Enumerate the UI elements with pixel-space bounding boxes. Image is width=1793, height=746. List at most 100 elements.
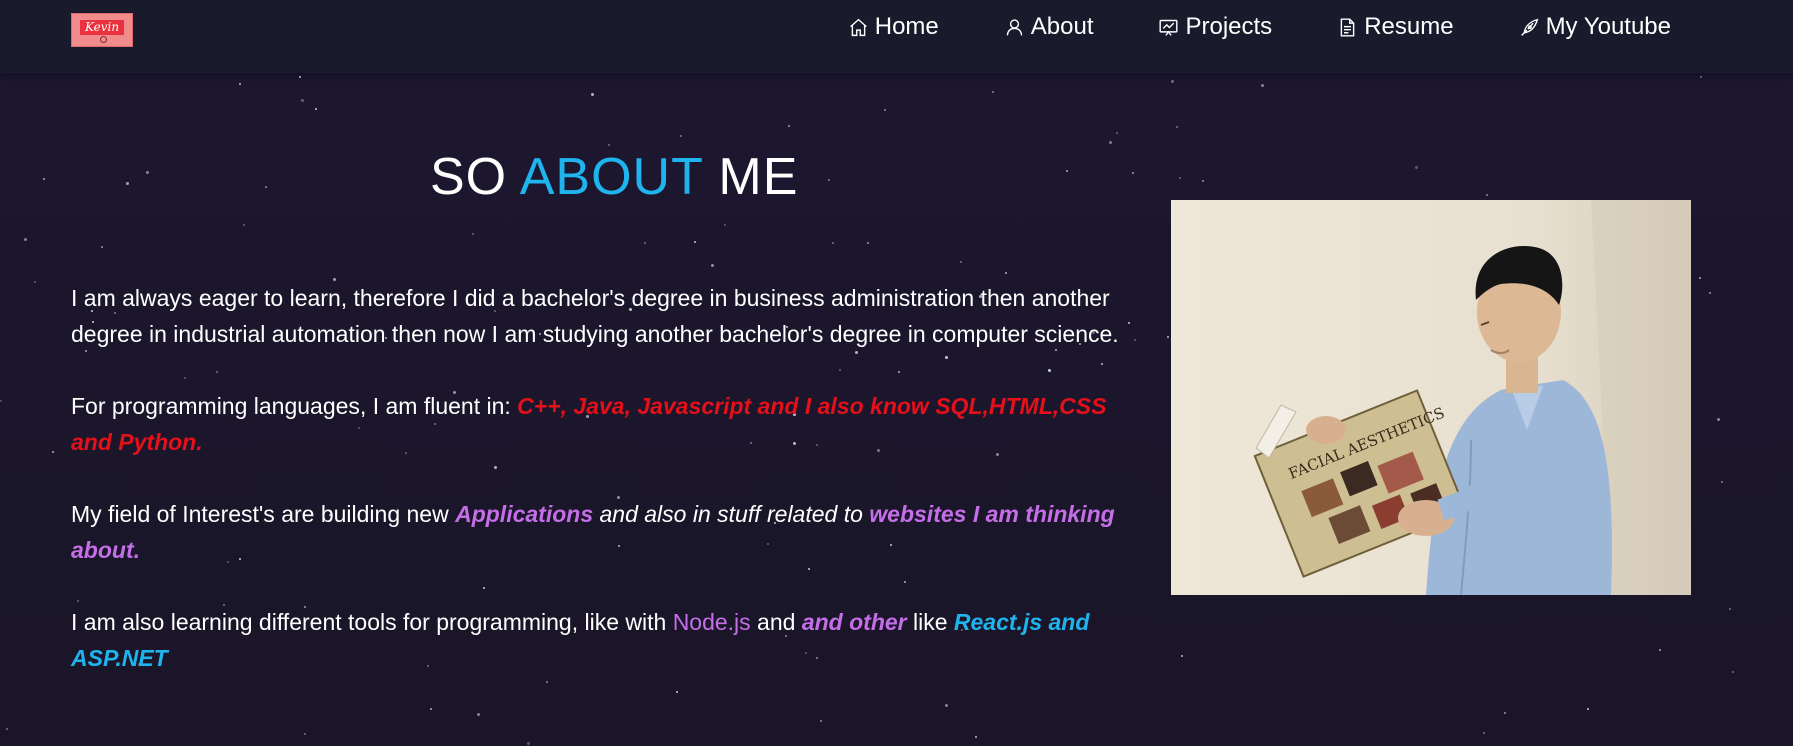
tools-intro: I am also learning different tools for p…: [71, 609, 673, 635]
star-dot: [304, 733, 306, 735]
nav-item-resume[interactable]: Resume: [1337, 13, 1454, 41]
star-dot: [1109, 141, 1112, 144]
nav-item-label: About: [1030, 13, 1094, 40]
star-dot: [52, 451, 54, 453]
tools-and: and: [750, 609, 802, 635]
star-dot: [1504, 712, 1506, 714]
interests-applications: Applications: [455, 501, 594, 527]
presentation-icon: [1159, 19, 1178, 36]
nav-item-label: Projects: [1185, 13, 1273, 40]
star-dot: [1700, 76, 1702, 78]
page-title: SO ABOUT ME: [430, 147, 798, 207]
about-text: I am always eager to learn, therefore I …: [71, 280, 1141, 712]
title-accent: ABOUT: [519, 148, 703, 206]
star-dot: [1587, 708, 1589, 710]
logo-text: Kevin: [79, 19, 125, 35]
star-dot: [472, 233, 474, 235]
star-dot: [591, 93, 594, 96]
star-dot: [992, 91, 994, 93]
home-icon: [849, 18, 867, 36]
star-dot: [608, 144, 610, 146]
star-dot: [146, 171, 149, 174]
star-dot: [1659, 649, 1661, 651]
star-dot: [832, 242, 834, 244]
nav-menu: Home About Projects Resume My Youtube: [783, 0, 1671, 54]
languages-intro: For programming languages, I am fluent i…: [71, 393, 518, 419]
tools-and-other: and other: [801, 609, 907, 635]
nav-item-label: My Youtube: [1545, 13, 1671, 40]
profile-photo: FACIAL AESTHETICS: [1171, 200, 1691, 595]
star-dot: [1171, 80, 1174, 83]
star-dot: [1717, 418, 1720, 421]
star-dot: [126, 182, 129, 185]
star-dot: [1721, 481, 1723, 483]
star-dot: [1415, 166, 1418, 169]
nav-item-label: Resume: [1364, 13, 1454, 40]
star-dot: [1179, 177, 1181, 179]
star-dot: [299, 76, 301, 78]
star-dot: [43, 178, 45, 180]
star-dot: [711, 264, 714, 267]
about-page: Kevin Home About Projects Resume My Yout…: [0, 0, 1793, 746]
star-dot: [820, 720, 822, 722]
star-dot: [828, 179, 830, 181]
star-dot: [1005, 272, 1007, 274]
tools-nodejs: Node.js: [672, 609, 751, 635]
star-dot: [0, 400, 2, 402]
star-dot: [1176, 126, 1178, 128]
nav-item-youtube[interactable]: My Youtube: [1519, 13, 1671, 41]
star-dot: [1486, 194, 1488, 196]
star-dot: [1709, 292, 1711, 294]
pen-nib-icon: [1520, 18, 1538, 36]
star-dot: [1732, 671, 1734, 673]
star-dot: [1132, 172, 1134, 174]
paragraph-languages: For programming languages, I am fluent i…: [71, 388, 1141, 460]
star-dot: [1202, 180, 1204, 182]
logo[interactable]: Kevin: [71, 13, 133, 47]
star-dot: [884, 109, 886, 111]
title-part-2: ME: [718, 148, 799, 206]
star-dot: [1483, 732, 1485, 734]
star-dot: [34, 281, 36, 283]
star-dot: [1116, 132, 1118, 134]
star-dot: [960, 261, 962, 263]
navbar: Kevin Home About Projects Resume My Yout…: [0, 0, 1793, 73]
nav-item-projects[interactable]: Projects: [1158, 13, 1272, 41]
nav-item-home[interactable]: Home: [848, 13, 939, 41]
star-dot: [527, 742, 530, 745]
star-dot: [239, 83, 241, 85]
paragraph-interests: My field of Interest's are building new …: [71, 496, 1141, 568]
star-dot: [301, 99, 304, 102]
star-dot: [1181, 655, 1183, 657]
star-dot: [1066, 170, 1068, 172]
star-dot: [1261, 84, 1264, 87]
star-dot: [243, 224, 245, 226]
star-dot: [788, 125, 790, 127]
star-dot: [644, 242, 646, 244]
star-dot: [975, 736, 977, 738]
document-icon: [1340, 17, 1355, 37]
nav-item-about[interactable]: About: [1004, 13, 1094, 41]
interests-intro: My field of Interest's are building new: [71, 501, 456, 527]
logo-dot-icon: [100, 36, 107, 43]
user-icon: [1006, 18, 1022, 35]
star-dot: [101, 246, 103, 248]
star-dot: [265, 186, 267, 188]
title-part-1: SO: [430, 148, 508, 206]
star-dot: [694, 241, 696, 243]
star-dot: [1167, 336, 1169, 338]
star-dot: [6, 728, 8, 730]
star-dot: [477, 713, 480, 716]
tools-like: like: [906, 609, 954, 635]
interests-middle: and also in stuff related to: [593, 501, 870, 527]
star-dot: [315, 108, 317, 110]
star-dot: [24, 238, 27, 241]
nav-item-label: Home: [874, 13, 939, 40]
star-dot: [1699, 277, 1701, 279]
paragraph-tools: I am also learning different tools for p…: [71, 604, 1141, 676]
star-dot: [724, 224, 726, 226]
star-dot: [1729, 608, 1731, 610]
star-dot: [867, 242, 869, 244]
paragraph-education: I am always eager to learn, therefore I …: [71, 285, 1119, 347]
star-dot: [680, 135, 682, 137]
